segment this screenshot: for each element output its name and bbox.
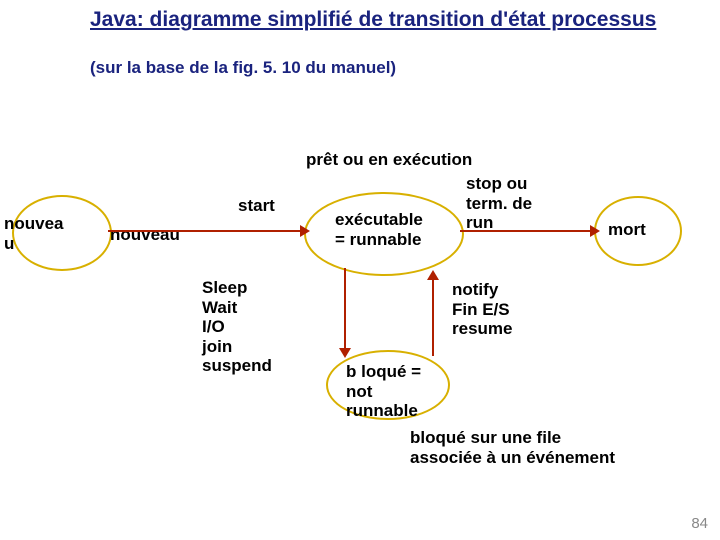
label-block: Sleep Wait I/O join suspend xyxy=(202,278,272,376)
label-unblock: notify Fin E/S resume xyxy=(452,280,512,339)
arrow-block-down-head xyxy=(339,348,351,358)
slide-title: Java: diagramme simplifié de transition … xyxy=(90,8,656,32)
arrow-start xyxy=(108,230,304,232)
page-number: 84 xyxy=(691,515,708,532)
arrow-start-head xyxy=(300,225,310,237)
label-bloque: b loqué = not runnable xyxy=(346,362,421,421)
arrow-stop-head xyxy=(590,225,600,237)
arrow-unblock-up xyxy=(432,278,434,356)
label-nouveau-outer: nouvea u xyxy=(4,214,64,253)
ready-caption: prêt ou en exécution xyxy=(306,150,472,170)
footnote: bloqué sur une file associée à un événem… xyxy=(410,428,615,467)
label-stop: stop ou term. de run xyxy=(466,174,532,233)
label-executable: exécutable = runnable xyxy=(335,210,423,249)
arrow-unblock-up-head xyxy=(427,270,439,280)
label-nouveau-inner: nouveau xyxy=(110,225,180,245)
label-start: start xyxy=(238,196,275,216)
arrow-block-down xyxy=(344,268,346,352)
slide-subtitle: (sur la base de la fig. 5. 10 du manuel) xyxy=(90,58,396,78)
label-mort: mort xyxy=(608,220,646,240)
arrow-stop xyxy=(460,230,594,232)
